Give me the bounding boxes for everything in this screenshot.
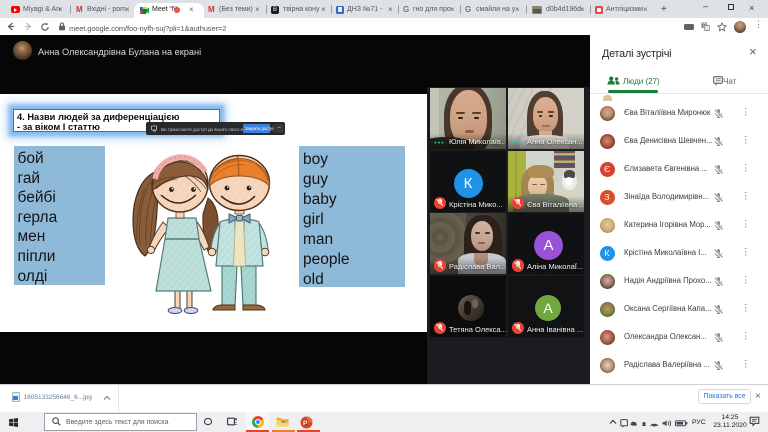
svg-text:P: P [303, 419, 308, 426]
